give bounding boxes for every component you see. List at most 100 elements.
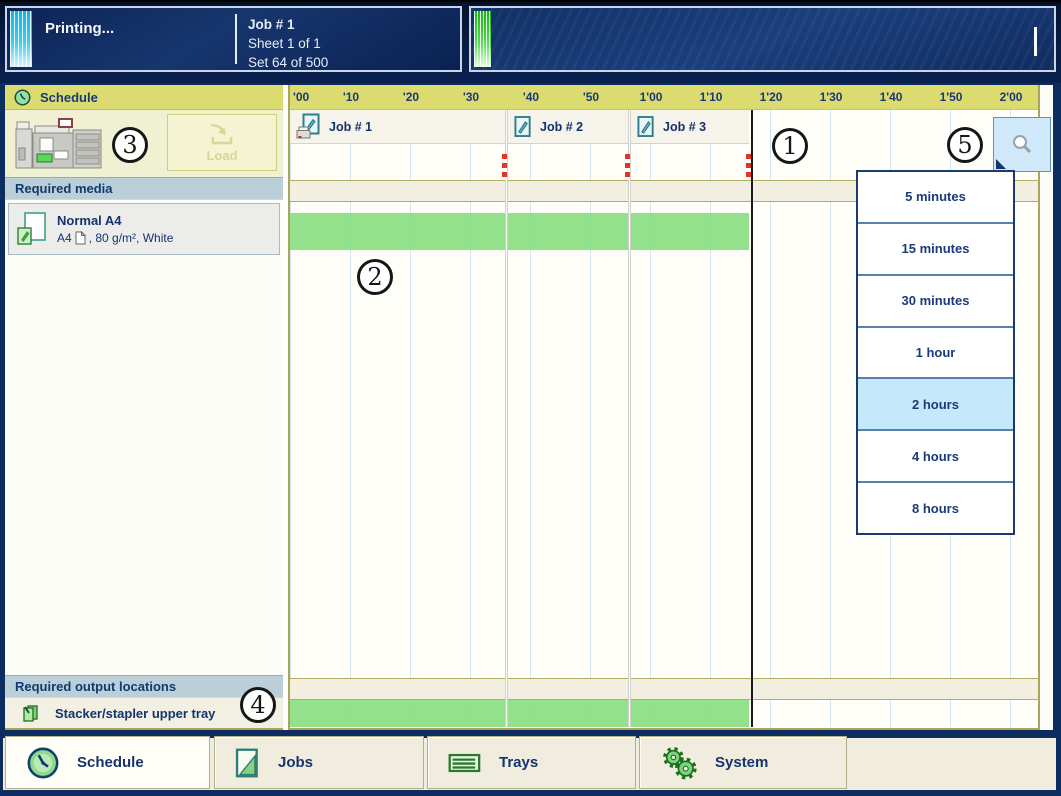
ruler-tick: 1'50 bbox=[940, 90, 963, 104]
media-name: Normal A4 bbox=[57, 213, 173, 228]
printing-job-icon bbox=[296, 113, 322, 140]
media-detail-suffix: , 80 g/m², White bbox=[89, 231, 174, 245]
zoom-option-4h[interactable]: 4 hours bbox=[858, 431, 1013, 483]
scheduled-job-bar bbox=[290, 213, 505, 250]
required-output-header: Required output locations bbox=[5, 675, 283, 698]
job-label: Job # 2 bbox=[540, 120, 583, 134]
zoom-option-8h[interactable]: 8 hours bbox=[858, 483, 1013, 533]
jobs-page-icon bbox=[235, 748, 261, 778]
zoom-range-button[interactable] bbox=[993, 117, 1051, 172]
sheet-icon bbox=[75, 231, 86, 245]
callout-1: 1 bbox=[772, 128, 808, 164]
load-button-label: Load bbox=[206, 148, 237, 163]
status-divider bbox=[235, 14, 237, 64]
job-boundary-marker bbox=[625, 154, 630, 180]
required-media-list: Normal A4 A4 , 80 g/m², White bbox=[5, 200, 283, 258]
printer-scheduler-window: Printing... Job # 1 Sheet 1 of 1 Set 64 … bbox=[0, 0, 1061, 796]
printer-status-text: Printing... bbox=[45, 20, 114, 37]
job-label: Job # 3 bbox=[663, 120, 706, 134]
ruler-tick: '40 bbox=[523, 90, 539, 104]
media-item-text: Normal A4 A4 , 80 g/m², White bbox=[57, 213, 173, 245]
media-list-item[interactable]: Normal A4 A4 , 80 g/m², White bbox=[8, 203, 280, 255]
ruler-tick: 1'30 bbox=[820, 90, 843, 104]
job-icon bbox=[637, 115, 656, 139]
printer-status-box: Printing... Job # 1 Sheet 1 of 1 Set 64 … bbox=[5, 6, 462, 72]
media-band-bottom bbox=[290, 678, 1038, 700]
ruler-tick: '10 bbox=[343, 90, 359, 104]
tab-jobs-label: Jobs bbox=[278, 754, 313, 771]
printer-illustration bbox=[15, 118, 103, 170]
job-separator bbox=[505, 110, 508, 727]
schedule-side-panel: Schedule bbox=[5, 85, 283, 730]
current-job-title: Job # 1 bbox=[248, 15, 328, 34]
media-list-empty-area bbox=[5, 258, 283, 675]
output-location-label: Stacker/stapler upper tray bbox=[55, 706, 215, 721]
tab-schedule[interactable]: Schedule bbox=[5, 736, 210, 789]
load-button[interactable]: Load bbox=[167, 114, 277, 171]
job-boundary-marker bbox=[746, 154, 751, 180]
schedule-panel-title: Schedule bbox=[40, 90, 98, 105]
scheduled-job-bar bbox=[508, 213, 628, 250]
tab-system-label: System bbox=[715, 754, 768, 771]
tab-schedule-label: Schedule bbox=[77, 754, 144, 771]
output-tray-icon bbox=[21, 704, 39, 722]
load-arrow-icon bbox=[205, 122, 239, 146]
current-set-count: Set 64 of 500 bbox=[248, 53, 328, 72]
scheduled-job-bar bbox=[631, 213, 749, 250]
clock-icon bbox=[26, 746, 60, 780]
tab-trays-label: Trays bbox=[499, 754, 538, 771]
schedule-end-line bbox=[751, 110, 753, 727]
magnifier-icon bbox=[1008, 131, 1036, 159]
zoom-option-30min[interactable]: 30 minutes bbox=[858, 276, 1013, 328]
zoom-range-menu: 5 minutes 15 minutes 30 minutes 1 hour 2… bbox=[856, 170, 1015, 535]
ruler-tick: '30 bbox=[463, 90, 479, 104]
media-size: A4 bbox=[57, 231, 72, 245]
job-separator bbox=[628, 110, 631, 727]
ruler-tick: 1'10 bbox=[700, 90, 723, 104]
output-job-bar bbox=[631, 700, 749, 727]
zoom-option-1h[interactable]: 1 hour bbox=[858, 328, 1013, 380]
ruler-tick: '20 bbox=[403, 90, 419, 104]
printing-activity-indicator bbox=[10, 11, 32, 67]
timeline-right-gutter bbox=[1040, 85, 1053, 730]
ruler-tick: '00 bbox=[293, 90, 309, 104]
media-details: A4 , 80 g/m², White bbox=[57, 231, 173, 245]
ruler-tick: 1'20 bbox=[760, 90, 783, 104]
callout-5: 5 bbox=[947, 127, 983, 163]
job-label: Job # 1 bbox=[329, 120, 372, 134]
bottom-tab-bar: Schedule Jobs Trays bbox=[0, 732, 1061, 796]
tab-jobs[interactable]: Jobs bbox=[214, 736, 424, 789]
tab-system[interactable]: System bbox=[639, 736, 847, 789]
job-boundary-marker bbox=[502, 154, 507, 180]
job-cell-2[interactable]: Job # 2 bbox=[508, 110, 628, 144]
schedule-panel-header: Schedule bbox=[5, 85, 283, 110]
clock-icon bbox=[14, 89, 31, 106]
zoom-option-15min[interactable]: 15 minutes bbox=[858, 224, 1013, 276]
media-pages-icon bbox=[9, 211, 57, 247]
required-media-header: Required media bbox=[5, 177, 283, 200]
trays-icon bbox=[448, 751, 482, 775]
current-job-info: Job # 1 Sheet 1 of 1 Set 64 of 500 bbox=[248, 15, 328, 72]
current-sheet-count: Sheet 1 of 1 bbox=[248, 34, 328, 53]
progress-end-marker bbox=[1034, 27, 1037, 56]
zoom-option-2h[interactable]: 2 hours bbox=[858, 379, 1013, 431]
output-job-bar bbox=[290, 700, 505, 727]
callout-3: 3 bbox=[112, 127, 148, 163]
tab-trays[interactable]: Trays bbox=[427, 736, 636, 789]
ruler-tick: 2'00 bbox=[1000, 90, 1023, 104]
time-ruler: '00 '10 '20 '30 '40 '50 1'00 1'10 1'20 1… bbox=[290, 85, 1038, 110]
top-status-bar: Printing... Job # 1 Sheet 1 of 1 Set 64 … bbox=[0, 0, 1061, 83]
callout-2: 2 bbox=[357, 259, 393, 295]
ruler-tick: '50 bbox=[583, 90, 599, 104]
gears-icon bbox=[660, 746, 698, 780]
job-progress-indicator bbox=[474, 11, 491, 67]
ruler-tick: 1'00 bbox=[640, 90, 663, 104]
job-cell-1[interactable]: Job # 1 bbox=[290, 110, 505, 144]
job-icon bbox=[514, 115, 533, 139]
ruler-tick: 1'40 bbox=[880, 90, 903, 104]
callout-4: 4 bbox=[240, 687, 276, 723]
job-cell-3[interactable]: Job # 3 bbox=[631, 110, 749, 144]
output-job-bar bbox=[508, 700, 628, 727]
zoom-option-5min[interactable]: 5 minutes bbox=[858, 172, 1013, 224]
progress-panel bbox=[469, 6, 1056, 72]
